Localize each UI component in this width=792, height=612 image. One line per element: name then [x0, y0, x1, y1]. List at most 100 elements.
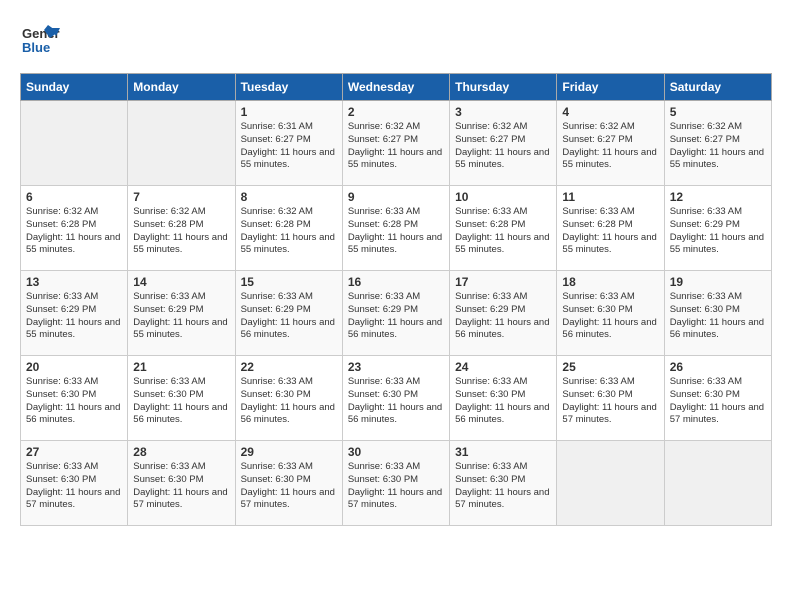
header-friday: Friday	[557, 74, 664, 101]
calendar-cell: 11 Sunrise: 6:33 AM Sunset: 6:28 PM Dayli…	[557, 186, 664, 271]
day-number: 31	[455, 445, 551, 459]
calendar-cell: 14 Sunrise: 6:33 AM Sunset: 6:29 PM Dayli…	[128, 271, 235, 356]
calendar-cell: 18 Sunrise: 6:33 AM Sunset: 6:30 PM Dayli…	[557, 271, 664, 356]
day-number: 27	[26, 445, 122, 459]
calendar-cell: 27 Sunrise: 6:33 AM Sunset: 6:30 PM Dayli…	[21, 441, 128, 526]
calendar-cell: 15 Sunrise: 6:33 AM Sunset: 6:29 PM Dayli…	[235, 271, 342, 356]
calendar-cell	[664, 441, 771, 526]
calendar-cell: 3Sunrise: 6:32 AM Sunset: 6:27 PM Daylig…	[450, 101, 557, 186]
calendar-cell: 4 Sunrise: 6:32 AM Sunset: 6:27 PM Daylig…	[557, 101, 664, 186]
calendar-cell	[21, 101, 128, 186]
day-number: 20	[26, 360, 122, 374]
day-info: Sunrise: 6:33 AM Sunset: 6:29 PM Dayligh…	[133, 291, 229, 342]
calendar-cell: 1Sunrise: 6:31 AM Sunset: 6:27 PM Daylig…	[235, 101, 342, 186]
calendar-cell: 28 Sunrise: 6:33 AM Sunset: 6:30 PM Dayli…	[128, 441, 235, 526]
day-number: 12	[670, 190, 766, 204]
day-number: 28	[133, 445, 229, 459]
day-number: 10	[455, 190, 551, 204]
day-number: 4	[562, 105, 658, 119]
day-number: 14	[133, 275, 229, 289]
week-row-5: 27 Sunrise: 6:33 AM Sunset: 6:30 PM Dayli…	[21, 441, 772, 526]
logo: General Blue	[20, 20, 60, 65]
day-number: 13	[26, 275, 122, 289]
calendar-cell: 26 Sunrise: 6:33 AM Sunset: 6:30 PM Dayli…	[664, 356, 771, 441]
day-info: Sunrise: 6:33 AM Sunset: 6:28 PM Dayligh…	[348, 206, 444, 257]
calendar-cell: 12 Sunrise: 6:33 AM Sunset: 6:29 PM Dayli…	[664, 186, 771, 271]
calendar-cell: 29Sunrise: 6:33 AM Sunset: 6:30 PM Dayli…	[235, 441, 342, 526]
calendar-cell: 8Sunrise: 6:32 AM Sunset: 6:28 PM Daylig…	[235, 186, 342, 271]
day-info: Sunrise: 6:33 AM Sunset: 6:29 PM Dayligh…	[348, 291, 444, 342]
day-number: 2	[348, 105, 444, 119]
calendar-cell: 22Sunrise: 6:33 AM Sunset: 6:30 PM Dayli…	[235, 356, 342, 441]
calendar-cell: 25 Sunrise: 6:33 AM Sunset: 6:30 PM Dayli…	[557, 356, 664, 441]
day-info: Sunrise: 6:33 AM Sunset: 6:30 PM Dayligh…	[348, 461, 444, 512]
day-info: Sunrise: 6:33 AM Sunset: 6:30 PM Dayligh…	[133, 461, 229, 512]
calendar-cell: 10 Sunrise: 6:33 AM Sunset: 6:28 PM Dayli…	[450, 186, 557, 271]
calendar-cell: 5 Sunrise: 6:32 AM Sunset: 6:27 PM Daylig…	[664, 101, 771, 186]
page-header: General Blue	[20, 20, 772, 65]
calendar-header-row: SundayMondayTuesdayWednesdayThursdayFrid…	[21, 74, 772, 101]
day-info: Sunrise: 6:33 AM Sunset: 6:29 PM Dayligh…	[670, 206, 766, 257]
calendar-cell: 6 Sunrise: 6:32 AM Sunset: 6:28 PM Daylig…	[21, 186, 128, 271]
day-info: Sunrise: 6:33 AM Sunset: 6:30 PM Dayligh…	[562, 291, 658, 342]
day-number: 9	[348, 190, 444, 204]
calendar-cell: 17 Sunrise: 6:33 AM Sunset: 6:29 PM Dayli…	[450, 271, 557, 356]
day-number: 25	[562, 360, 658, 374]
day-number: 11	[562, 190, 658, 204]
day-number: 6	[26, 190, 122, 204]
header-tuesday: Tuesday	[235, 74, 342, 101]
day-info: Sunrise: 6:33 AM Sunset: 6:30 PM Dayligh…	[670, 291, 766, 342]
day-info: Sunrise: 6:33 AM Sunset: 6:30 PM Dayligh…	[670, 376, 766, 427]
day-info: Sunrise: 6:32 AM Sunset: 6:28 PM Dayligh…	[26, 206, 122, 257]
day-info: Sunrise: 6:33 AM Sunset: 6:30 PM Dayligh…	[133, 376, 229, 427]
day-number: 21	[133, 360, 229, 374]
calendar-cell: 9 Sunrise: 6:33 AM Sunset: 6:28 PM Daylig…	[342, 186, 449, 271]
calendar-cell: 7 Sunrise: 6:32 AM Sunset: 6:28 PM Daylig…	[128, 186, 235, 271]
day-info: Sunrise: 6:33 AM Sunset: 6:29 PM Dayligh…	[26, 291, 122, 342]
header-monday: Monday	[128, 74, 235, 101]
day-number: 3	[455, 105, 551, 119]
day-info: Sunrise: 6:33 AM Sunset: 6:30 PM Dayligh…	[455, 376, 551, 427]
day-info: Sunrise: 6:33 AM Sunset: 6:28 PM Dayligh…	[455, 206, 551, 257]
day-number: 15	[241, 275, 337, 289]
day-info: Sunrise: 6:33 AM Sunset: 6:30 PM Dayligh…	[562, 376, 658, 427]
header-thursday: Thursday	[450, 74, 557, 101]
calendar-cell: 23Sunrise: 6:33 AM Sunset: 6:30 PM Dayli…	[342, 356, 449, 441]
svg-text:Blue: Blue	[22, 40, 50, 55]
calendar-cell: 31Sunrise: 6:33 AM Sunset: 6:30 PM Dayli…	[450, 441, 557, 526]
week-row-1: 1Sunrise: 6:31 AM Sunset: 6:27 PM Daylig…	[21, 101, 772, 186]
day-info: Sunrise: 6:33 AM Sunset: 6:29 PM Dayligh…	[455, 291, 551, 342]
day-number: 23	[348, 360, 444, 374]
day-info: Sunrise: 6:33 AM Sunset: 6:30 PM Dayligh…	[26, 376, 122, 427]
day-number: 17	[455, 275, 551, 289]
header-sunday: Sunday	[21, 74, 128, 101]
day-number: 5	[670, 105, 766, 119]
day-number: 30	[348, 445, 444, 459]
week-row-2: 6 Sunrise: 6:32 AM Sunset: 6:28 PM Daylig…	[21, 186, 772, 271]
day-number: 22	[241, 360, 337, 374]
calendar-cell: 21 Sunrise: 6:33 AM Sunset: 6:30 PM Dayli…	[128, 356, 235, 441]
day-info: Sunrise: 6:31 AM Sunset: 6:27 PM Dayligh…	[241, 121, 337, 172]
day-number: 16	[348, 275, 444, 289]
calendar-cell: 16 Sunrise: 6:33 AM Sunset: 6:29 PM Dayli…	[342, 271, 449, 356]
header-wednesday: Wednesday	[342, 74, 449, 101]
day-info: Sunrise: 6:32 AM Sunset: 6:27 PM Dayligh…	[348, 121, 444, 172]
calendar-cell: 30 Sunrise: 6:33 AM Sunset: 6:30 PM Dayli…	[342, 441, 449, 526]
calendar-cell: 2 Sunrise: 6:32 AM Sunset: 6:27 PM Daylig…	[342, 101, 449, 186]
day-info: Sunrise: 6:33 AM Sunset: 6:28 PM Dayligh…	[562, 206, 658, 257]
calendar-cell: 20 Sunrise: 6:33 AM Sunset: 6:30 PM Dayli…	[21, 356, 128, 441]
day-number: 26	[670, 360, 766, 374]
week-row-3: 13 Sunrise: 6:33 AM Sunset: 6:29 PM Dayli…	[21, 271, 772, 356]
day-info: Sunrise: 6:33 AM Sunset: 6:30 PM Dayligh…	[26, 461, 122, 512]
day-number: 29	[241, 445, 337, 459]
day-info: Sunrise: 6:32 AM Sunset: 6:28 PM Dayligh…	[133, 206, 229, 257]
day-info: Sunrise: 6:33 AM Sunset: 6:29 PM Dayligh…	[241, 291, 337, 342]
day-info: Sunrise: 6:32 AM Sunset: 6:27 PM Dayligh…	[562, 121, 658, 172]
day-number: 7	[133, 190, 229, 204]
calendar-table: SundayMondayTuesdayWednesdayThursdayFrid…	[20, 73, 772, 526]
calendar-cell: 19 Sunrise: 6:33 AM Sunset: 6:30 PM Dayli…	[664, 271, 771, 356]
day-number: 18	[562, 275, 658, 289]
day-info: Sunrise: 6:32 AM Sunset: 6:27 PM Dayligh…	[670, 121, 766, 172]
calendar-cell: 24Sunrise: 6:33 AM Sunset: 6:30 PM Dayli…	[450, 356, 557, 441]
day-number: 19	[670, 275, 766, 289]
